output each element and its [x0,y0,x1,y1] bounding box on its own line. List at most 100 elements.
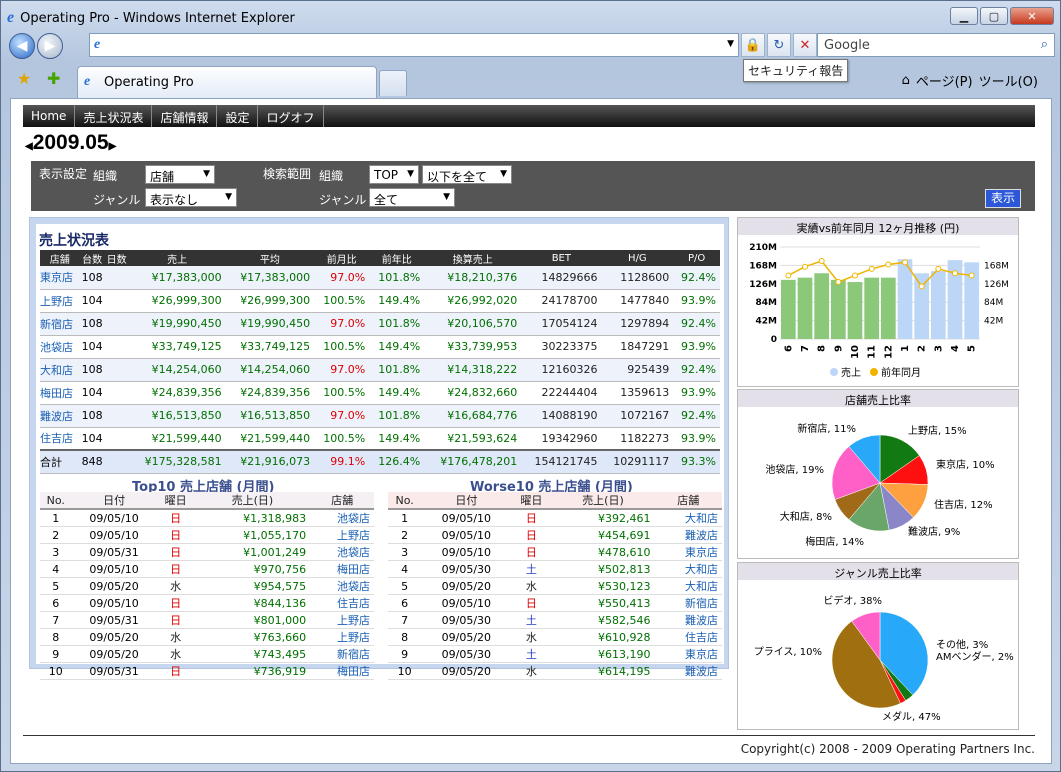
tab-operating-pro[interactable]: e Operating Pro [77,66,377,98]
table-cell: 126.4% [369,449,425,474]
address-dropdown-icon[interactable]: ▼ [727,39,734,49]
nav-logoff[interactable]: ログオフ [258,105,324,127]
store-link[interactable]: 梅田店 [40,381,80,405]
genre-select[interactable]: 表示なし ▼ [145,188,237,207]
store-link[interactable]: 上野店 [310,526,374,544]
close-button[interactable]: ✕ [1010,7,1054,25]
store-link[interactable]: 難波店 [654,526,722,544]
store-link[interactable]: 大和店 [40,358,80,382]
show-button[interactable]: 表示 [985,189,1021,208]
add-favorites-icon[interactable]: ✚ [47,69,60,88]
pie-label: 梅田店, 14% [805,535,864,548]
store-link[interactable]: 東京店 [654,543,722,561]
store-link[interactable]: 難波店 [654,611,722,629]
prev-period-icon[interactable]: ◀ [25,141,33,152]
rank-header: No. [388,492,422,510]
table-cell: ¥14,254,060 [128,358,226,382]
range-genre-select[interactable]: 全て ▼ [369,188,455,207]
nav-store-info[interactable]: 店舗情報 [152,105,218,127]
store-link[interactable]: 池袋店 [310,577,374,595]
table-cell: 92.4% [673,312,720,336]
store-link[interactable]: 大和店 [654,560,722,578]
rank-cell: ¥478,610 [551,543,655,561]
store-link[interactable]: 新宿店 [654,594,722,612]
back-button[interactable]: ◀ [9,33,35,59]
table-cell: ¥24,832,660 [424,381,522,405]
store-link[interactable]: 東京店 [654,645,722,663]
nav-sales[interactable]: 売上状況表 [75,105,153,127]
store-link[interactable]: 住吉店 [310,594,374,612]
minimize-button[interactable]: ▁ [950,7,978,25]
table-cell: ¥14,318,222 [424,358,522,382]
nav-home[interactable]: Home [23,105,76,127]
tools-menu[interactable]: ツール(O) [979,71,1038,90]
security-tooltip: セキュリティ報告 [743,59,849,82]
sales-panel: 売上状況表 店舗 台数 日数 売上 平均 前月比 前年比 換算売上 BET H/G P/O 東京店 1… [29,217,729,680]
rank-cell: 8 [40,628,72,646]
maximize-button[interactable]: ▢ [980,7,1008,25]
table-cell: 合計 [40,449,80,474]
refresh-icon[interactable]: ↻ [767,33,791,57]
line-point [952,270,958,277]
favorites-star-icon[interactable]: ★ [17,69,31,88]
store-link[interactable]: 東京店 [40,266,80,290]
search-icon[interactable]: ⌕ [1041,37,1048,52]
bar [931,271,946,339]
store-link[interactable]: 梅田店 [310,560,374,578]
rank-cell: 日 [156,560,195,578]
new-tab-button[interactable] [379,70,407,96]
store-link[interactable]: 池袋店 [310,543,374,561]
store-link[interactable]: 難波店 [654,662,722,680]
line-point [802,263,808,270]
stop-icon[interactable]: ✕ [793,33,817,57]
range-scope-select[interactable]: 以下を全て ▼ [422,165,512,184]
store-link[interactable]: 住吉店 [654,628,722,646]
y-tick-label: 42M [756,317,778,327]
bar [831,279,846,339]
pie-label: プライス, 10% [754,646,822,658]
store-link[interactable]: 上野店 [40,289,80,313]
chevron-down-icon: ▼ [203,169,210,179]
home-icon[interactable]: ⌂ [902,73,910,88]
store-link[interactable]: 新宿店 [310,645,374,663]
store-link[interactable]: 梅田店 [310,662,374,680]
next-period-icon[interactable]: ▶ [109,141,117,152]
range-genre-value: 全て [374,193,399,207]
sales-table-title: 売上状況表 [39,233,109,249]
chevron-down-icon: ▼ [225,192,232,202]
rank-header: 売上(日) [551,492,655,510]
table-row: 梅田店 104 ¥24,839,356 ¥24,839,356 100.5% 149.4%… [40,381,720,405]
store-link[interactable]: 上野店 [310,628,374,646]
bar [847,282,863,339]
rank-cell: 4 [388,560,422,578]
store-link[interactable]: 住吉店 [40,427,80,451]
org-select[interactable]: 店舗 ▼ [145,165,215,184]
x-tick-label: 6 [783,345,794,352]
table-cell: ¥21,593,624 [424,427,522,451]
store-link[interactable]: 大和店 [654,577,722,595]
rank-cell: 日 [156,543,195,561]
table-cell: ¥20,106,570 [424,312,522,336]
store-link[interactable]: 難波店 [40,404,80,428]
range-org-label: 組織 [319,169,344,183]
table-cell: ¥26,999,300 [128,289,226,313]
table-row: 住吉店 104 ¥21,599,440 ¥21,599,440 100.5% 149.4%… [40,427,720,451]
page-menu[interactable]: ページ(P) [916,71,973,90]
lock-icon[interactable]: 🔒 [741,33,765,57]
x-tick-label: 11 [867,345,878,359]
table-cell: 24178700 [521,289,602,313]
forward-button[interactable]: ▶ [37,33,63,59]
rank-cell: 水 [156,628,195,646]
store-link[interactable]: 上野店 [310,611,374,629]
table-cell: 30223375 [521,335,602,359]
store-link[interactable]: 新宿店 [40,312,80,336]
store-link[interactable]: 池袋店 [310,509,374,527]
store-link[interactable]: 池袋店 [40,335,80,359]
range-org-select[interactable]: TOP ▼ [369,165,419,184]
nav-settings[interactable]: 設定 [217,105,259,127]
address-bar[interactable]: e ▼ [89,33,739,57]
rank-cell: ¥1,001,249 [194,543,311,561]
store-link[interactable]: 大和店 [654,509,722,527]
chevron-down-icon: ▼ [443,192,450,202]
search-input[interactable]: Google ⌕ [817,33,1055,57]
